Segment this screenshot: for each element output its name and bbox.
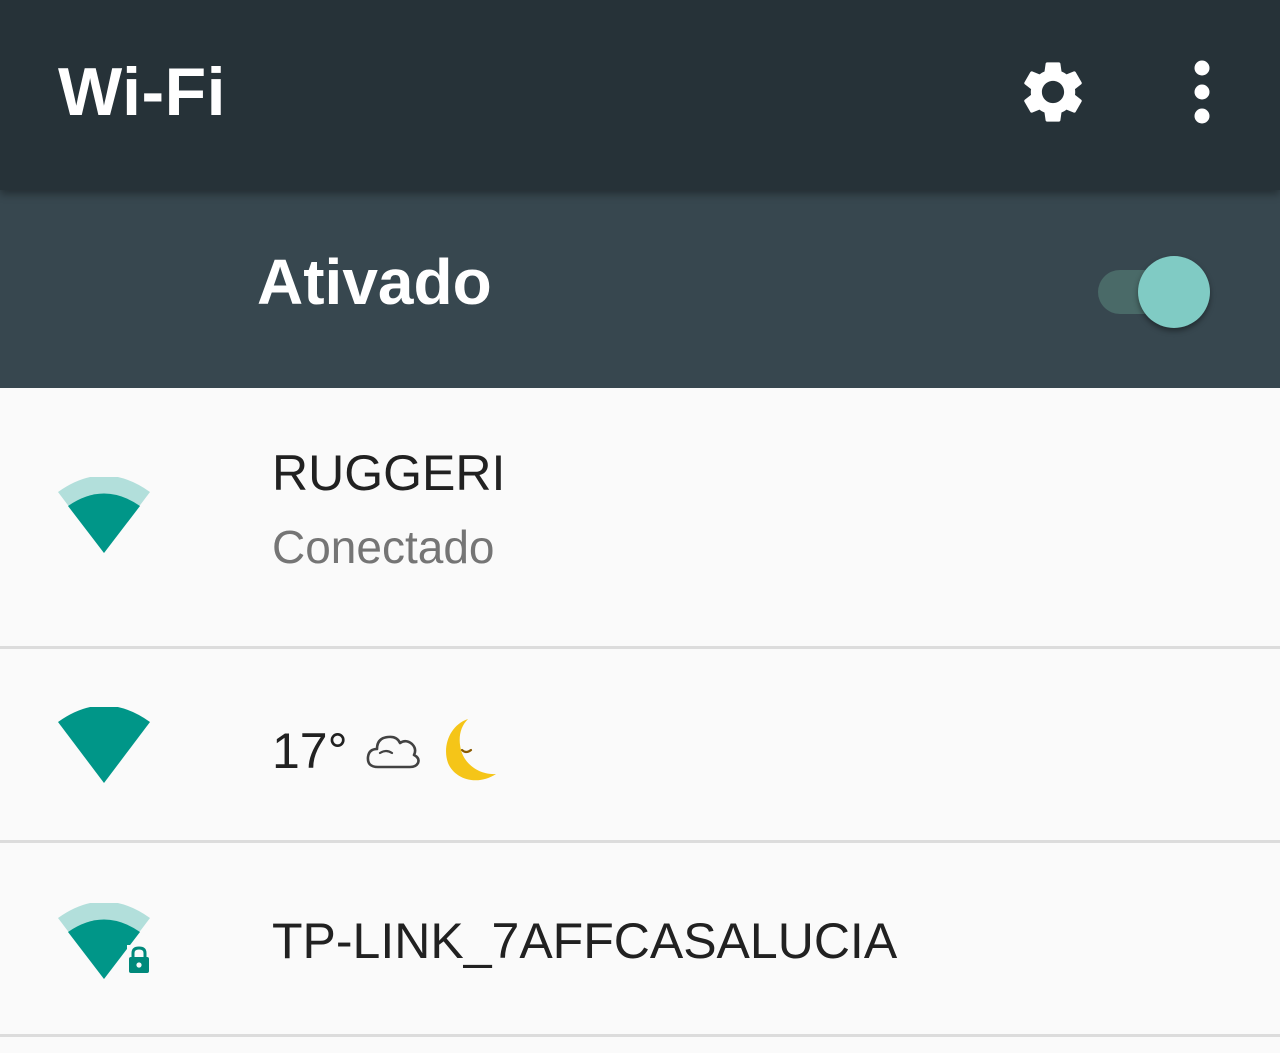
gear-icon — [1024, 62, 1082, 122]
network-name: RUGGERI — [272, 445, 506, 501]
wifi-signal-full-icon — [58, 707, 150, 783]
overflow-menu-button[interactable] — [1166, 52, 1238, 132]
app-bar: Wi-Fi — [0, 0, 1280, 190]
page-title: Wi-Fi — [58, 54, 227, 130]
wifi-signal-3-of-4-icon — [58, 477, 150, 553]
more-vert-icon — [1194, 60, 1210, 124]
master-switch-label: Ativado — [257, 246, 492, 318]
network-item-ruggeri[interactable]: RUGGERI Conectado — [0, 388, 1280, 649]
wifi-master-switch-bar[interactable]: Ativado — [0, 190, 1280, 388]
temperature-text: 17° — [272, 723, 348, 779]
network-list: RUGGERI Conectado 17° TP-LINK_7AFFCASALU… — [0, 388, 1280, 1037]
lock-icon — [127, 945, 151, 975]
cloud-icon — [366, 735, 420, 769]
network-item-weather[interactable]: 17° — [0, 649, 1280, 843]
settings-button[interactable] — [1010, 52, 1096, 132]
sleeping-crescent-moon-icon — [445, 719, 496, 781]
network-status: Conectado — [272, 521, 495, 573]
network-name: 17° — [272, 716, 502, 786]
wifi-toggle-switch[interactable] — [1096, 250, 1216, 330]
toggle-thumb — [1138, 256, 1210, 328]
network-item-tp-link[interactable]: TP-LINK_7AFFCASALUCIA — [0, 843, 1280, 1037]
network-name: TP-LINK_7AFFCASALUCIA — [272, 913, 898, 969]
